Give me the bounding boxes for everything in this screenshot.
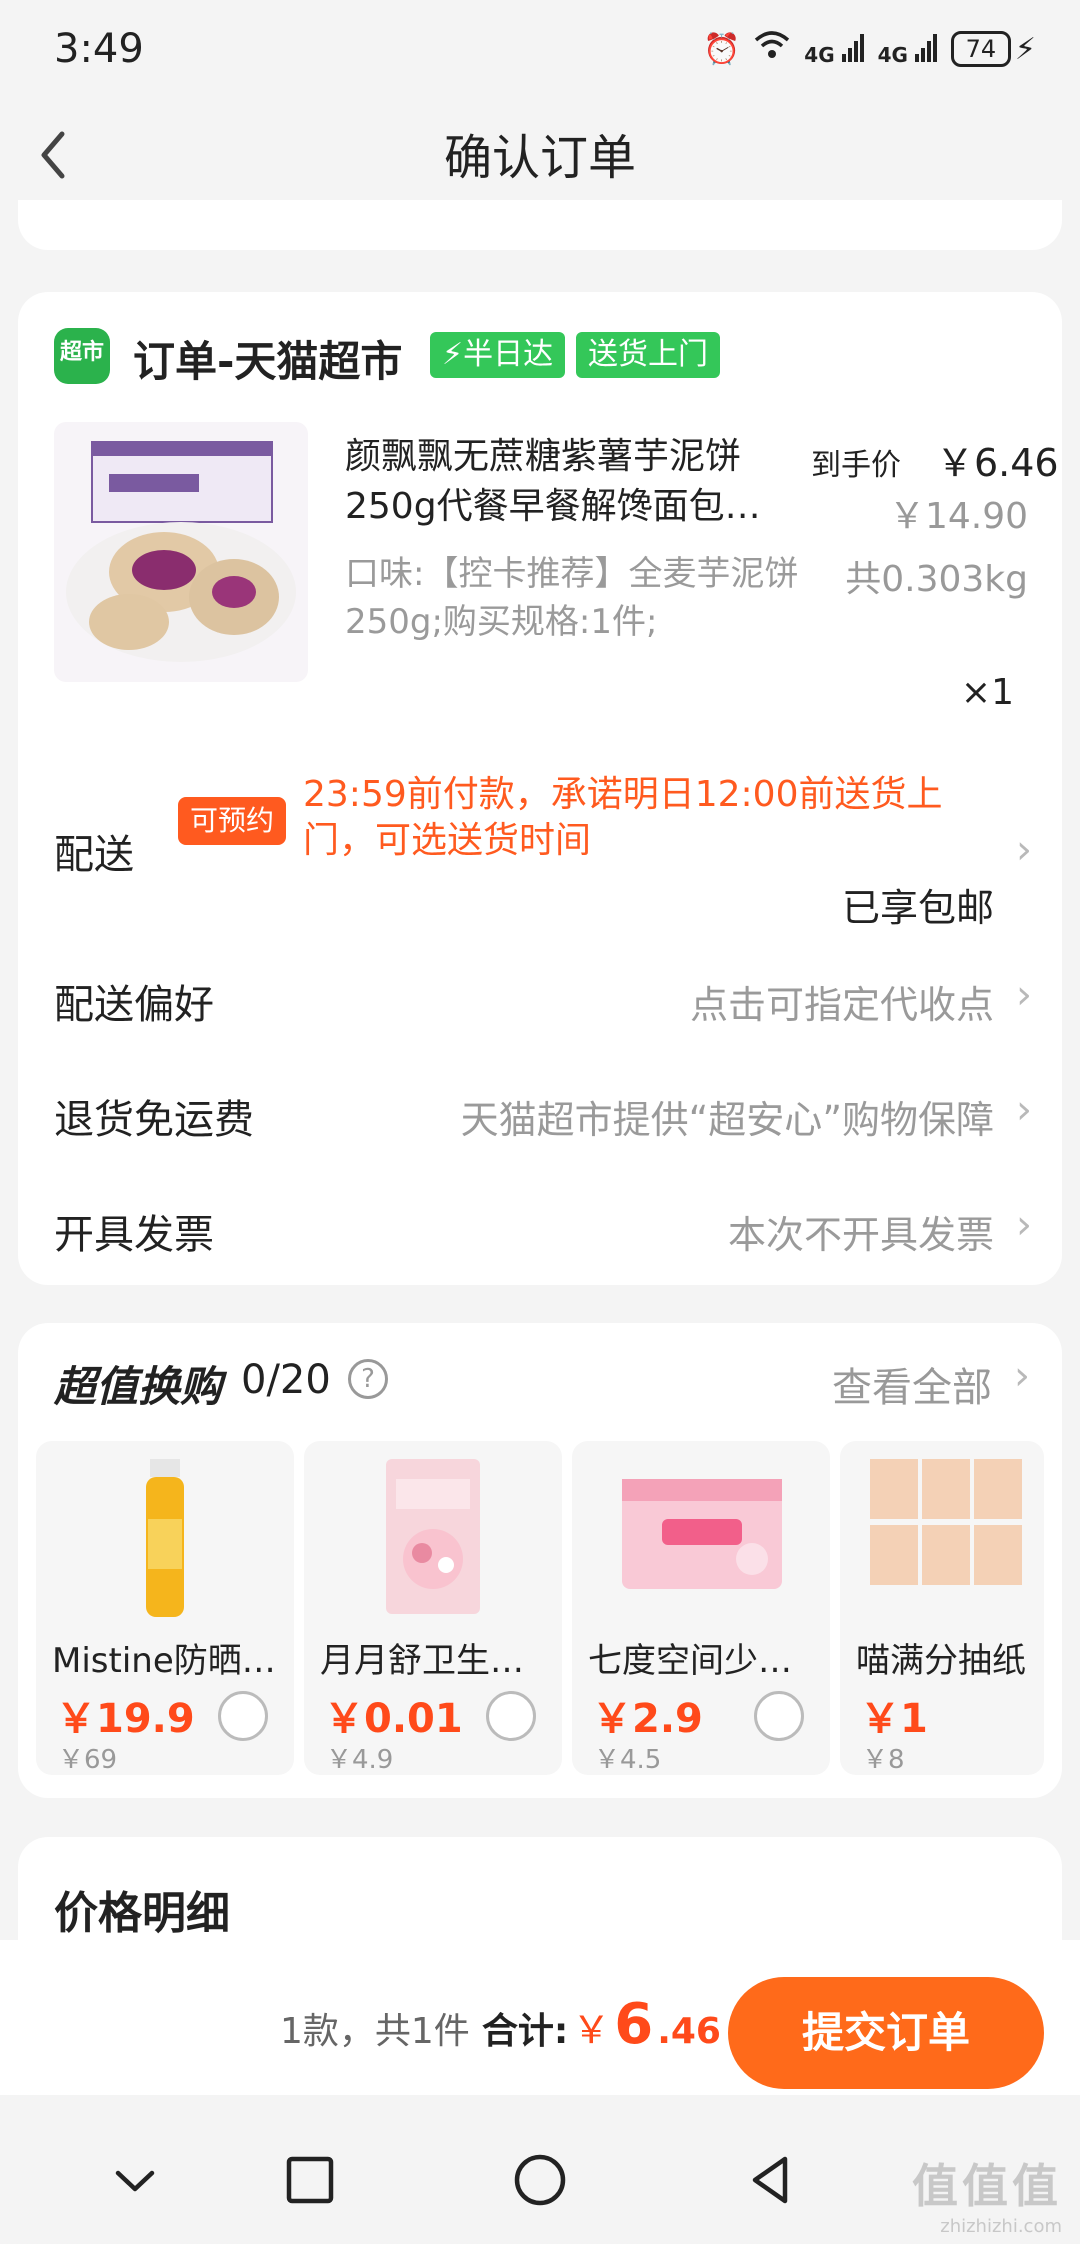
triangle-back-icon — [752, 2156, 788, 2204]
exchange-item[interactable]: Mistine防晒… ￥19.9 ￥69 — [36, 1441, 294, 1775]
exchange-item-original-price: ￥4.5 — [594, 1745, 662, 1775]
signal-icon-2: 4G — [877, 33, 937, 67]
chevron-right-icon[interactable]: › — [1016, 1202, 1032, 1248]
exchange-item-price: ￥2.9 — [592, 1696, 703, 1742]
submit-order-button[interactable]: 提交订单 — [728, 1977, 1044, 2089]
door-delivery-tag: 送货上门 — [576, 332, 720, 378]
nav-home-button[interactable] — [505, 2145, 575, 2215]
half-day-delivery-tag: ⚡半日达 — [430, 332, 566, 378]
exchange-item-name: 七度空间少… — [588, 1641, 792, 1681]
invoice-label: 开具发票 — [54, 1212, 214, 1258]
status-icons: ⏰ 4G 4G 74 ⚡ — [703, 30, 1036, 68]
watermark-url: zhizhizhi.com — [940, 2216, 1062, 2237]
select-radio[interactable] — [754, 1691, 804, 1741]
quantity: ×1 — [960, 672, 1014, 713]
return-shipping-label: 退货免运费 — [54, 1097, 254, 1143]
final-price-label: 到手价 — [811, 448, 901, 483]
exchange-item-image — [860, 1449, 1044, 1619]
item-count: 1款，共1件 — [280, 2011, 470, 2052]
chevron-down-icon — [115, 2170, 155, 2192]
previous-card-edge — [18, 200, 1062, 250]
select-radio[interactable] — [218, 1691, 268, 1741]
exchange-item-name: 喵满分抽纸 — [856, 1641, 1026, 1681]
exchange-item-original-price: ￥4.9 — [326, 1745, 394, 1775]
product-image[interactable] — [54, 422, 308, 682]
invoice-value[interactable]: 本次不开具发票 — [728, 1204, 994, 1259]
product-spec[interactable]: 口味:【控卡推荐】全麦芋泥饼250g;购买规格:1件; — [345, 550, 815, 646]
signal-icon-1: 4G — [804, 33, 864, 67]
free-shipping-text: 已享包邮 — [841, 886, 994, 930]
bottom-bar: 1款，共1件 合计: ￥ 6 .46 提交订单 — [0, 1940, 1080, 2095]
status-bar: 3:49 ⏰ 4G 4G 74 ⚡ — [0, 0, 1080, 100]
chevron-right-icon[interactable]: › — [1016, 972, 1032, 1018]
exchange-item-name: Mistine防晒… — [52, 1641, 276, 1681]
total-decimal: .46 — [657, 2011, 721, 2052]
exchange-item[interactable]: 七度空间少… ￥2.9 ￥4.5 — [572, 1441, 830, 1775]
nav-collapse-button[interactable] — [100, 2145, 170, 2215]
exchange-title: 超值换购 — [54, 1362, 223, 1411]
exchange-item-price: ￥19.9 — [56, 1696, 195, 1742]
exchange-item-price: ￥0.01 — [324, 1696, 463, 1742]
nav-recents-button[interactable] — [275, 2145, 345, 2215]
wifi-icon — [754, 30, 790, 68]
exchange-count: 0/20 — [241, 1357, 331, 1403]
exchange-item-image — [324, 1449, 542, 1619]
order-summary: 1款，共1件 合计: ￥ 6 .46 — [280, 1992, 721, 2057]
original-price: ￥14.90 — [888, 496, 1028, 537]
return-shipping-value[interactable]: 天猫超市提供“超安心”购物保障 — [461, 1089, 994, 1144]
exchange-item-image — [592, 1449, 810, 1619]
total-label: 合计: — [481, 2011, 569, 2052]
watermark: 值值值 zhizhizhi.com — [912, 2150, 1062, 2237]
exchange-item-image — [56, 1449, 274, 1619]
charging-icon: ⚡ — [1014, 31, 1036, 67]
price-detail-title: 价格明细 — [54, 1888, 230, 1939]
nav-back-button[interactable] — [735, 2145, 805, 2215]
total-weight: 共0.303kg — [845, 559, 1028, 600]
page-title: 确认订单 — [443, 130, 636, 186]
tmall-supermarket-logo-icon: 超市 — [54, 328, 110, 384]
help-icon[interactable]: ? — [348, 1359, 388, 1399]
battery-level: 74 — [950, 31, 1011, 67]
delivery-preference-value[interactable]: 点击可指定代收点 — [690, 974, 994, 1029]
product-title[interactable]: 颜飘飘无蔗糖紫薯芋泥饼250g代餐早餐解馋面包… — [345, 432, 815, 532]
exchange-item-price: ￥1 — [860, 1696, 928, 1742]
network-type-1: 4G — [804, 42, 835, 67]
battery-icon: 74 ⚡ — [950, 31, 1036, 67]
watermark-logo: 值值值 — [912, 2159, 1062, 2213]
status-time: 3:49 — [54, 26, 144, 72]
currency-symbol: ￥ — [572, 2008, 611, 2052]
order-card: 超市 订单-天猫超市 ⚡半日达 送货上门 颜飘飘无蔗糖紫薯芋泥饼250g代餐早餐… — [18, 292, 1062, 1285]
exchange-item-original-price: ￥69 — [58, 1745, 118, 1775]
exchange-purchase-card: 超值换购 0/20 ? 查看全部 › Mistine防晒… ￥19.9 ￥69 … — [18, 1323, 1062, 1798]
circle-icon — [514, 2154, 566, 2206]
chevron-right-icon[interactable]: › — [1016, 827, 1032, 873]
square-icon — [286, 2156, 334, 2204]
exchange-item[interactable]: 月月舒卫生… ￥0.01 ￥4.9 — [304, 1441, 562, 1775]
system-nav-bar: 值值值 zhizhizhi.com — [0, 2110, 1080, 2244]
network-type-2: 4G — [877, 42, 908, 67]
delivery-description[interactable]: 23:59前付款，承诺明日12:00前送货上门，可选送货时间 — [303, 772, 1003, 864]
final-price: ￥6.46 — [936, 441, 1059, 485]
delivery-preference-label: 配送偏好 — [54, 982, 214, 1028]
alarm-icon: ⏰ — [702, 31, 741, 67]
exchange-item[interactable]: 喵满分抽纸 ￥1 ￥8 — [840, 1441, 1044, 1775]
booking-badge: 可预约 — [178, 797, 287, 845]
chevron-right-icon[interactable]: › — [1016, 1087, 1032, 1133]
exchange-item-original-price: ￥8 — [862, 1745, 905, 1775]
delivery-label: 配送 — [54, 832, 134, 878]
view-all-link[interactable]: 查看全部 — [832, 1355, 992, 1413]
store-name: 订单-天猫超市 — [133, 337, 403, 386]
select-radio[interactable] — [486, 1691, 536, 1741]
chevron-right-icon[interactable]: › — [1014, 1353, 1030, 1399]
exchange-item-name: 月月舒卫生… — [320, 1641, 524, 1681]
total-integer: 6 — [614, 1992, 654, 2057]
